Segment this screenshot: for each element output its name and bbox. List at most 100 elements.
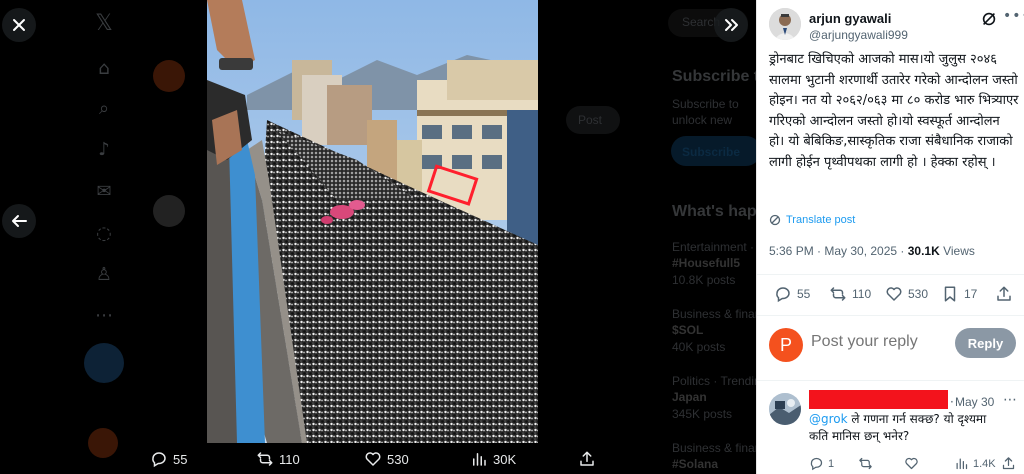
arrow-left-icon (12, 215, 27, 227)
comment-reply-count: 1 (828, 457, 835, 470)
x-logo-icon: 𝕏 (95, 11, 113, 36)
background-trend-cat: Business & finance (672, 307, 756, 321)
grok-icon[interactable] (980, 10, 998, 28)
reply-count: 55 (797, 287, 811, 301)
comment-share-button[interactable] (1001, 456, 1016, 471)
share-button[interactable] (995, 285, 1013, 303)
background-happening: What's happening (672, 203, 756, 220)
media-reply-button[interactable]: 55 (150, 450, 187, 468)
post-timestamp[interactable]: 5:36 PM · May 30, 2025 · (769, 244, 908, 258)
more-nav-icon: ⋯ (95, 305, 113, 326)
views-icon (956, 458, 968, 470)
divider (757, 380, 1024, 381)
background-trend-posts: 40K posts (672, 340, 726, 354)
double-chevron-right-icon (725, 19, 738, 31)
post-photo[interactable] (207, 0, 538, 443)
comment-views-button[interactable]: 1.4K (954, 456, 996, 471)
comment-views-count: 1.4K (973, 457, 996, 470)
repost-icon (859, 457, 872, 470)
commenter-avatar[interactable] (769, 393, 801, 425)
views-icon (473, 453, 486, 466)
author-avatar[interactable] (769, 8, 801, 40)
background-compose-avatar (153, 60, 185, 92)
close-button[interactable] (2, 8, 36, 42)
reply-input[interactable] (811, 333, 951, 351)
post-views-count: 30.1K (907, 244, 940, 258)
comment-more-icon[interactable]: ⋯ (1003, 392, 1017, 408)
separator-dot: · (950, 395, 954, 409)
like-button[interactable]: 530 (885, 285, 928, 303)
background-nav: 𝕏 ⌂ ⌕ ♪ ✉ ◌ ♙ ⋯ (82, 0, 126, 474)
messages-icon: ✉ (96, 181, 112, 202)
share-icon (580, 451, 594, 466)
translate-label: Translate post (786, 214, 856, 226)
comment-text: @grok ले गणना गर्न सक्छ? यो दृश्यमा कति … (809, 411, 1009, 445)
background-trend-posts: 345K posts (672, 407, 733, 421)
previous-button[interactable] (2, 204, 36, 238)
post-views-label: Views (939, 244, 975, 258)
translate-icon (769, 214, 781, 226)
background-trend-posts: 10.8K posts (672, 273, 736, 287)
post-meta: 5:36 PM · May 30, 2025 · 30.1K Views (769, 244, 975, 258)
share-icon (1002, 457, 1015, 470)
author-name[interactable]: arjun gyawali (809, 11, 891, 26)
media-repost-button[interactable]: 110 (256, 450, 300, 468)
background-trend-cat: Entertainment · Trending (672, 240, 756, 254)
background-post-avatar (153, 195, 185, 227)
reply-button[interactable]: 55 (774, 285, 810, 303)
comment-reply-button[interactable]: 1 (809, 456, 834, 471)
comment-mention-link[interactable]: @grok (809, 412, 848, 426)
translate-post-link[interactable]: Translate post (769, 214, 855, 226)
reply-icon (810, 457, 823, 471)
media-action-bar: 55 110 530 30K (132, 446, 612, 474)
media-views-button[interactable]: 30K (470, 450, 516, 468)
background-right-column: Search Subscribe to Premium Subscribe to… (660, 0, 756, 474)
profile-icon: ♙ (95, 264, 113, 285)
background-trend-cat: Business & finance (672, 441, 756, 455)
comment-like-button[interactable] (904, 456, 919, 471)
redacted-commenter-name (809, 390, 948, 409)
media-views-count: 30K (493, 451, 517, 467)
bookmark-icon (944, 286, 956, 302)
heart-icon (886, 287, 902, 301)
heart-icon (905, 457, 918, 470)
expand-panel-button[interactable] (714, 8, 748, 42)
background-trend-name: #Solana (672, 457, 719, 471)
media-like-button[interactable]: 530 (364, 450, 409, 468)
background-subscribe-title: Subscribe to Premium (672, 68, 756, 85)
reply-avatar: P (769, 328, 803, 362)
background-trend-name: $SOL (672, 323, 704, 337)
background-trend-name: Japan (672, 390, 707, 404)
share-icon (997, 286, 1011, 301)
grok-nav-icon: ◌ (96, 223, 112, 244)
heart-icon (365, 452, 381, 466)
repost-count: 110 (852, 287, 872, 301)
media-reply-count: 55 (173, 451, 188, 467)
media-share-button[interactable] (578, 450, 596, 468)
close-icon (13, 19, 25, 31)
background-trend-cat: Politics · Trending (672, 374, 756, 388)
background-subscribe-text: Subscribe to unlock new features and if … (672, 97, 739, 127)
repost-icon (830, 287, 846, 301)
reply-submit-button[interactable]: Reply (955, 328, 1016, 358)
background-post-button (84, 343, 124, 383)
media-like-count: 530 (387, 451, 409, 467)
bookmark-count: 17 (964, 287, 978, 301)
bookmark-button[interactable]: 17 (941, 285, 977, 303)
notifications-icon: ♪ (98, 139, 110, 160)
media-repost-count: 110 (279, 451, 300, 467)
comment-repost-button[interactable] (858, 456, 873, 471)
more-options-icon[interactable]: ••• (1003, 8, 1024, 24)
background-account-avatar (88, 428, 118, 458)
background-post-label: Post (578, 113, 603, 127)
divider (757, 315, 1024, 316)
post-text: ड्रोनबाट खिचिएको आजको मास।यो जुलुस २०४६ … (769, 52, 1019, 170)
post-detail-panel: arjun gyawali @arjungyawali999 ••• ड्रोन… (756, 0, 1024, 474)
explore-icon: ⌕ (98, 98, 110, 119)
repost-button[interactable]: 110 (829, 285, 871, 303)
reply-icon (152, 452, 166, 468)
background-subscribe-label: Subscribe (682, 145, 741, 159)
author-handle[interactable]: @arjungyawali999 (809, 28, 908, 42)
repost-icon (257, 452, 273, 466)
comment-date[interactable]: May 30 (955, 395, 994, 409)
